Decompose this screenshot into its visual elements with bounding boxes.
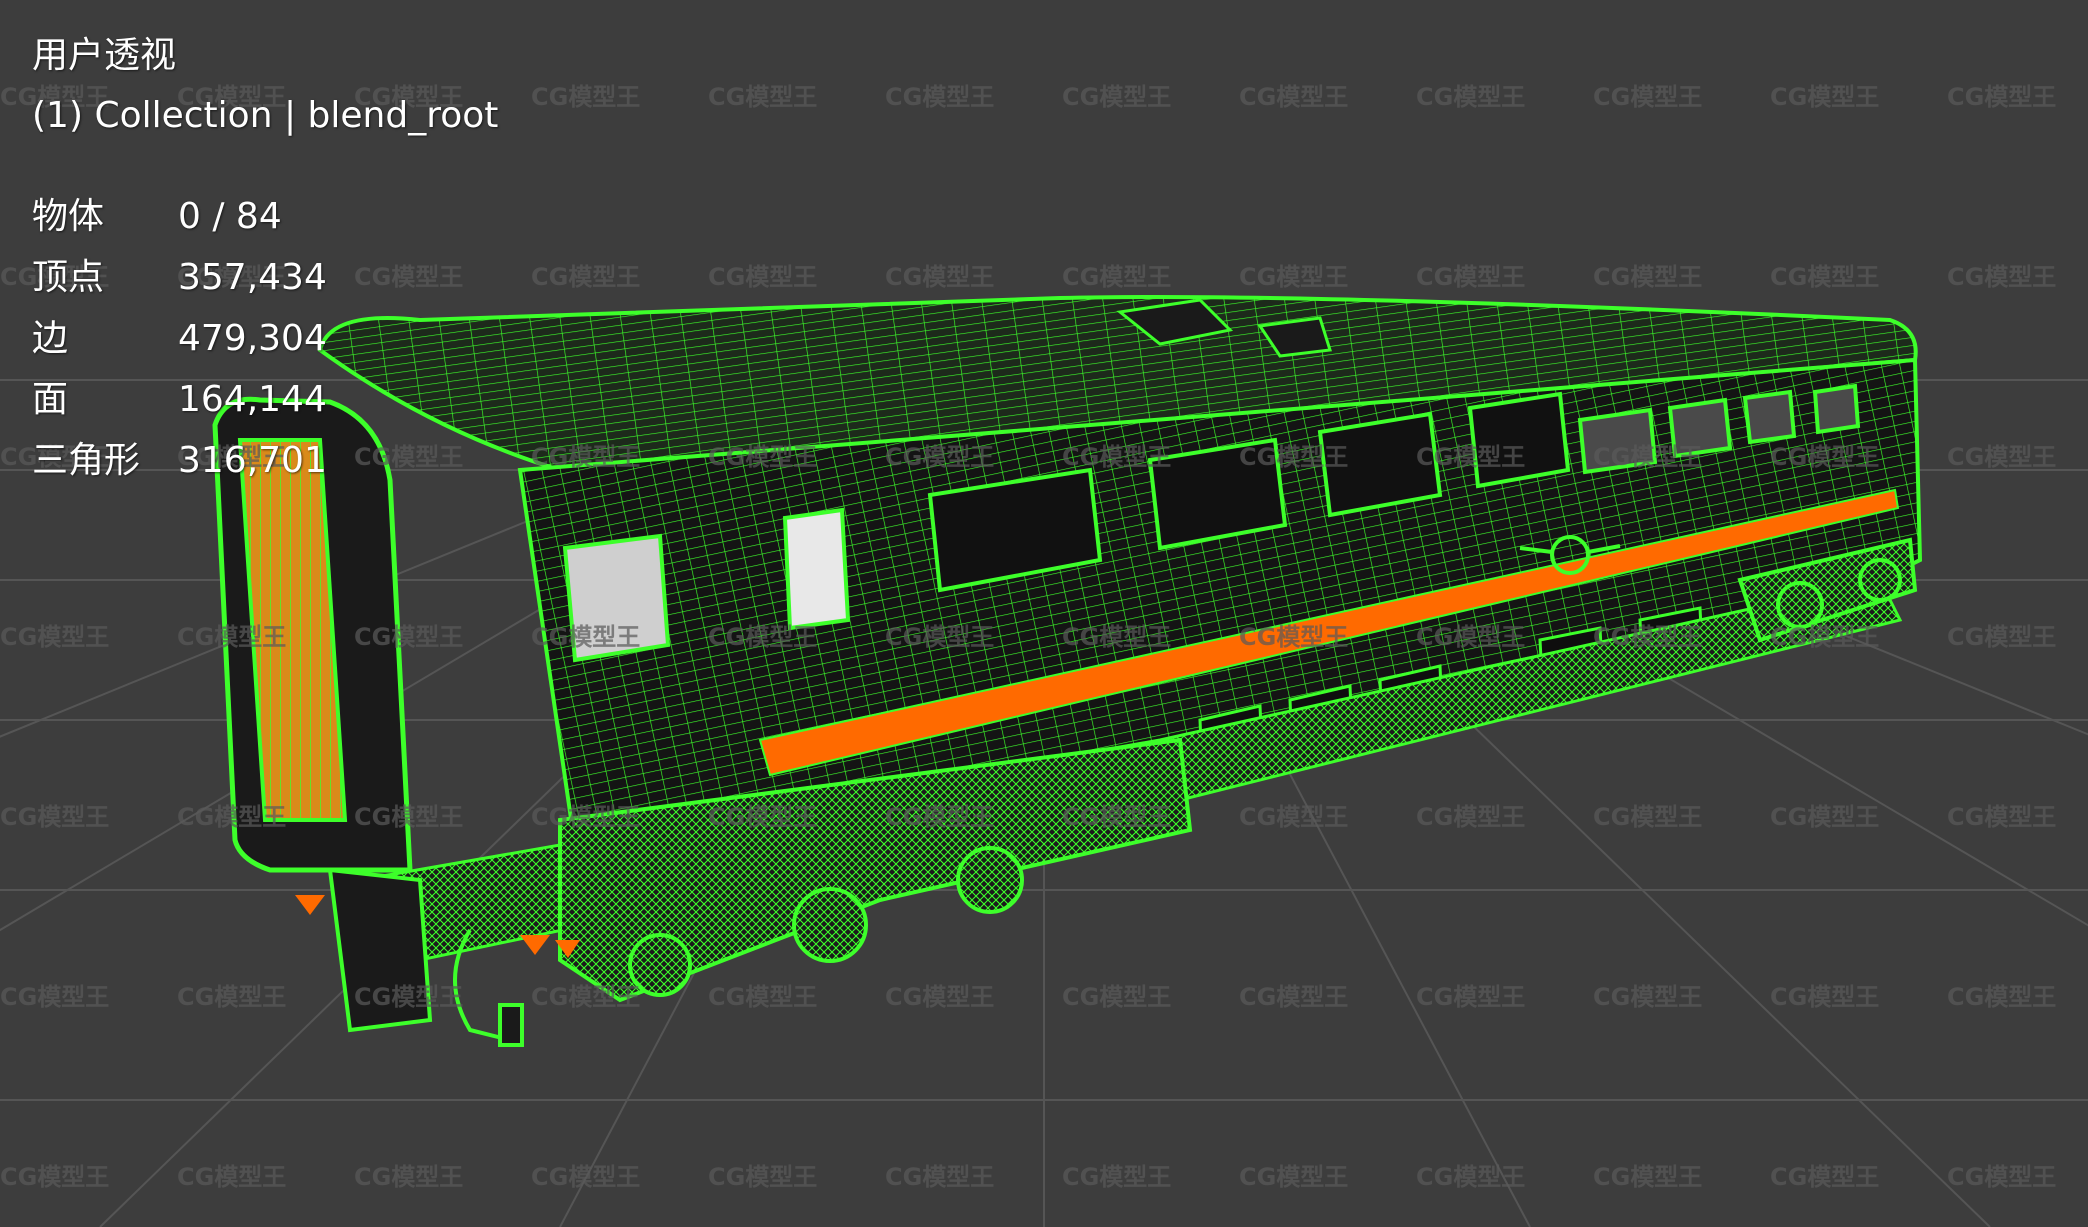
watermark-logo: CG模型王 — [1770, 623, 1879, 651]
watermark-logo: CG模型王 — [531, 623, 640, 651]
end-marker — [295, 895, 325, 915]
watermark-logo: CG模型王 — [1239, 83, 1348, 111]
stat-row-triangles: 三角形 316,701 — [32, 430, 498, 491]
watermark-logo: CG模型王 — [885, 623, 994, 651]
watermark-logo: CG模型王 — [1239, 983, 1348, 1011]
watermark-logo: CG模型王 — [0, 983, 109, 1011]
watermark-logo: CG模型王 — [1947, 443, 2056, 471]
stat-value: 0 / 84 — [178, 196, 282, 237]
stat-value: 479,304 — [178, 318, 327, 359]
watermark-logo: CG模型王 — [885, 983, 994, 1011]
watermark-logo: CG模型王 — [1593, 1163, 1702, 1191]
watermark-logo: CG模型王 — [1593, 983, 1702, 1011]
watermark-logo: CG模型王 — [177, 983, 286, 1011]
watermark-logo: CG模型王 — [708, 983, 817, 1011]
watermark-logo: CG模型王 — [1770, 83, 1879, 111]
watermark-logo: CG模型王 — [1416, 1163, 1525, 1191]
collection-label: (1) Collection | blend_root — [32, 95, 499, 136]
side-front-window — [782, 507, 851, 631]
watermark-logo: CG模型王 — [354, 983, 463, 1011]
watermark-logo: CG模型王 — [708, 1163, 817, 1191]
watermark-logo: CG模型王 — [1062, 263, 1171, 291]
watermark-logo: CG模型王 — [708, 443, 817, 471]
stat-label: 顶点 — [32, 257, 105, 298]
watermark-logo: CG模型王 — [354, 623, 463, 651]
watermark-logo: CG模型王 — [1947, 983, 2056, 1011]
watermark-logo: CG模型王 — [1239, 623, 1348, 651]
stat-row-edges: 边 479,304 — [32, 308, 498, 369]
watermark-logo: CG模型王 — [1239, 443, 1348, 471]
watermark-logo: CG模型王 — [177, 1163, 286, 1191]
watermark-logo: CG模型王 — [531, 983, 640, 1011]
watermark-logo: CG模型王 — [354, 1163, 463, 1191]
stat-label: 边 — [32, 318, 69, 359]
end-marker — [520, 935, 550, 955]
watermark-logo: CG模型王 — [531, 1163, 640, 1191]
watermark-logo: CG模型王 — [1062, 83, 1171, 111]
stat-row-vertices: 顶点 357,434 — [32, 247, 498, 308]
watermark-logo: CG模型王 — [1239, 263, 1348, 291]
watermark-logo: CG模型王 — [885, 263, 994, 291]
watermark-logo: CG模型王 — [1416, 83, 1525, 111]
viewport-info-overlay: 用户透视 (1) Collection | blend_root 物体 0 / … — [32, 32, 498, 491]
watermark-logo: CG模型王 — [354, 803, 463, 831]
watermark-logo: CG模型王 — [1416, 983, 1525, 1011]
watermark-logo: CG模型王 — [1947, 1163, 2056, 1191]
watermark-logo: CG模型王 — [1770, 1163, 1879, 1191]
watermark-logo: CG模型王 — [1593, 443, 1702, 471]
watermark-logo: CG模型王 — [885, 1163, 994, 1191]
watermark-logo: CG模型王 — [1239, 803, 1348, 831]
watermark-logo: CG模型王 — [531, 803, 640, 831]
stat-row-faces: 面 164,144 — [32, 369, 498, 430]
watermark-logo: CG模型王 — [1947, 803, 2056, 831]
stat-label: 物体 — [32, 196, 105, 237]
watermark-logo: CG模型王 — [1416, 263, 1525, 291]
watermark-logo: CG模型王 — [0, 623, 109, 651]
watermark-logo: CG模型王 — [531, 443, 640, 471]
watermark-logo: CG模型王 — [531, 263, 640, 291]
stat-value: 357,434 — [178, 257, 327, 298]
watermark-logo: CG模型王 — [708, 623, 817, 651]
watermark-logo: CG模型王 — [1416, 443, 1525, 471]
watermark-logo: CG模型王 — [1062, 1163, 1171, 1191]
watermark-logo: CG模型王 — [1770, 263, 1879, 291]
watermark-logo: CG模型王 — [531, 83, 640, 111]
watermark-logo: CG模型王 — [708, 83, 817, 111]
watermark-logo: CG模型王 — [1770, 443, 1879, 471]
watermark-logo: CG模型王 — [1062, 983, 1171, 1011]
watermark-logo: CG模型王 — [1062, 443, 1171, 471]
watermark-logo: CG模型王 — [1770, 983, 1879, 1011]
stat-value: 316,701 — [178, 440, 327, 481]
watermark-logo: CG模型王 — [1062, 623, 1171, 651]
watermark-logo: CG模型王 — [885, 443, 994, 471]
stat-label: 面 — [32, 379, 69, 420]
watermark-logo: CG模型王 — [885, 83, 994, 111]
watermark-logo: CG模型王 — [1770, 803, 1879, 831]
watermark-logo: CG模型王 — [1062, 803, 1171, 831]
watermark-logo: CG模型王 — [708, 803, 817, 831]
scene-statistics: 物体 0 / 84 顶点 357,434 边 479,304 面 164,144… — [32, 186, 498, 491]
watermark-logo: CG模型王 — [1947, 263, 2056, 291]
watermark-logo: CG模型王 — [0, 1163, 109, 1191]
watermark-logo: CG模型王 — [1239, 1163, 1348, 1191]
watermark-logo: CG模型王 — [1416, 803, 1525, 831]
stat-value: 164,144 — [178, 379, 327, 420]
watermark-logo: CG模型王 — [1593, 803, 1702, 831]
stat-row-objects: 物体 0 / 84 — [32, 186, 498, 247]
watermark-logo: CG模型王 — [177, 803, 286, 831]
watermark-logo: CG模型王 — [1593, 263, 1702, 291]
watermark-logo: CG模型王 — [708, 263, 817, 291]
watermark-logo: CG模型王 — [1593, 83, 1702, 111]
watermark-logo: CG模型王 — [1593, 623, 1702, 651]
watermark-logo: CG模型王 — [1947, 623, 2056, 651]
watermark-logo: CG模型王 — [0, 803, 109, 831]
watermark-logo: CG模型王 — [885, 803, 994, 831]
watermark-logo: CG模型王 — [177, 623, 286, 651]
view-name: 用户透视 — [32, 35, 177, 76]
watermark-logo: CG模型王 — [1947, 83, 2056, 111]
watermark-logo: CG模型王 — [1416, 623, 1525, 651]
stat-label: 三角形 — [32, 440, 141, 481]
